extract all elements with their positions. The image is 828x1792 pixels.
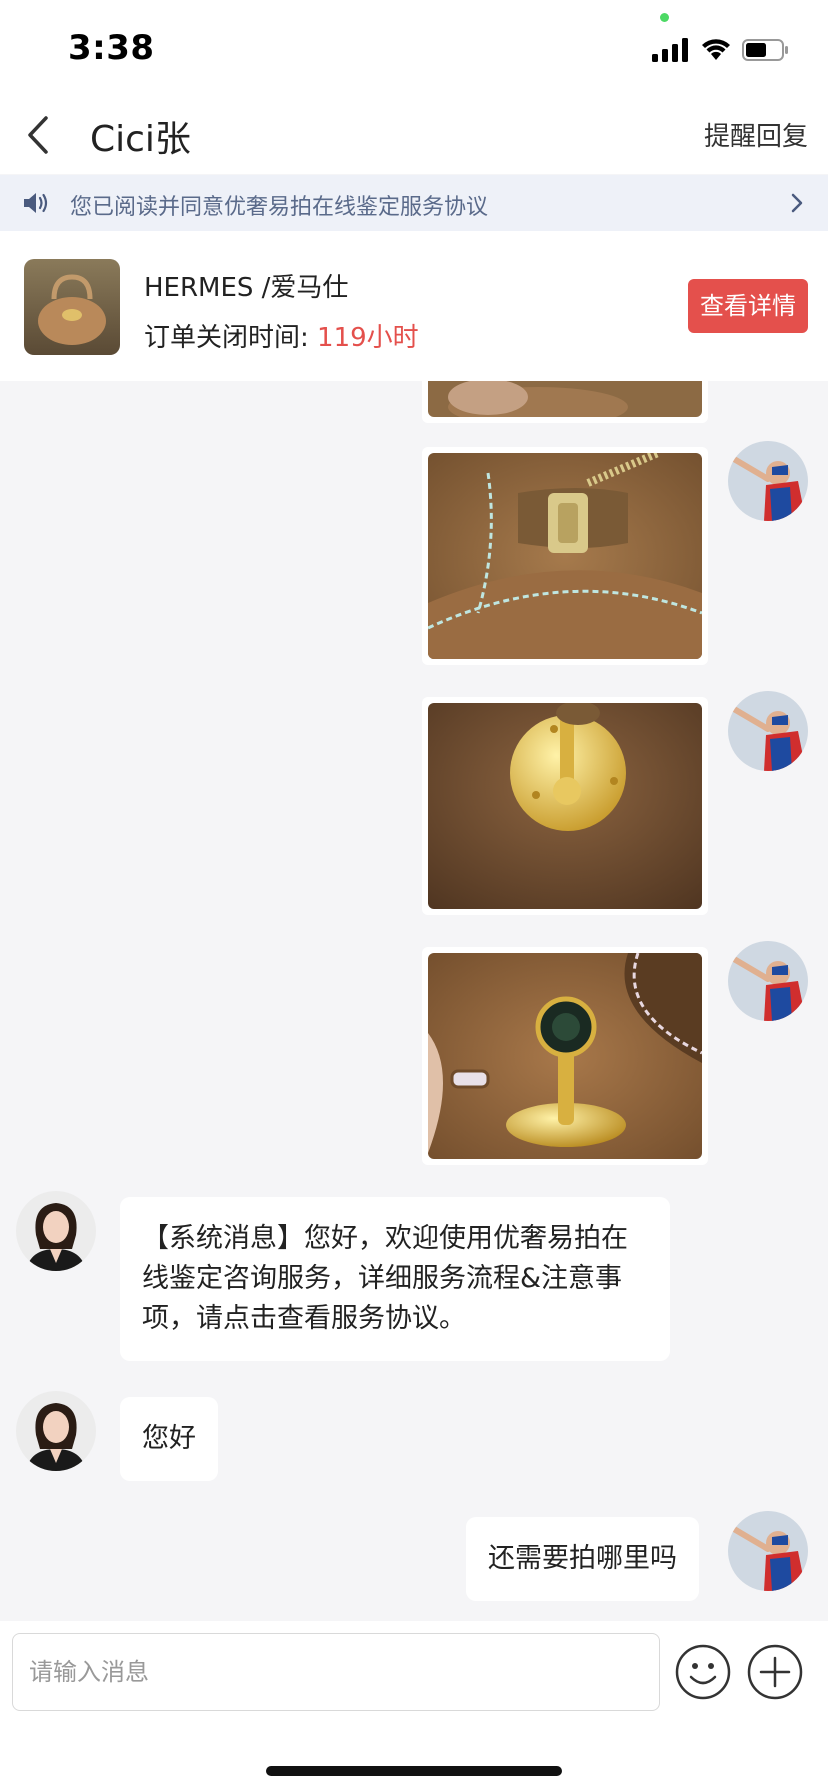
- photo-message[interactable]: [422, 697, 708, 915]
- message-bubble: 还需要拍哪里吗: [466, 1517, 699, 1601]
- product-thumbnail[interactable]: [24, 259, 120, 355]
- message-bubble: 【系统消息】您好，欢迎使用优奢易拍在线鉴定咨询服务，详细服务流程&注意事项，请点…: [120, 1197, 670, 1361]
- product-name: HERMES /爱马仕: [144, 273, 349, 303]
- speaker-icon: [24, 193, 48, 213]
- user-avatar[interactable]: [728, 441, 808, 521]
- message-input[interactable]: [12, 1633, 660, 1711]
- emoji-icon[interactable]: [674, 1643, 732, 1701]
- agreement-notice-bar[interactable]: 您已阅读并同意优奢易拍在线鉴定服务协议: [0, 175, 828, 231]
- chat-message-list[interactable]: 【系统消息】您好，欢迎使用优奢易拍在线鉴定咨询服务，详细服务流程&注意事项，请点…: [0, 381, 828, 1621]
- status-bar: 3:38: [0, 0, 828, 96]
- input-bar: [0, 1621, 828, 1792]
- back-arrow-icon[interactable]: [22, 114, 56, 156]
- order-close-time: 订单关闭时间: 119小时: [144, 317, 419, 354]
- agreement-notice-text: 您已阅读并同意优奢易拍在线鉴定服务协议: [70, 195, 489, 220]
- chat-contact-name: Cici张: [90, 119, 191, 160]
- bag-hermes-paris-stud-photo: [428, 953, 702, 1159]
- bag-clasp-plate-photo: [428, 703, 702, 909]
- photo-message[interactable]: [422, 947, 708, 1165]
- wifi-icon: [702, 39, 730, 60]
- status-time: 3:38: [68, 28, 155, 68]
- bag-zipper-photo: [428, 453, 702, 659]
- home-indicator[interactable]: [266, 1766, 562, 1776]
- nav-bar: Cici张 提醒回复: [0, 96, 828, 174]
- message-bubble: 您好: [120, 1397, 218, 1481]
- user-avatar[interactable]: [728, 941, 808, 1021]
- photo-message[interactable]: [422, 447, 708, 665]
- battery-icon: [742, 39, 788, 61]
- user-avatar[interactable]: [728, 691, 808, 771]
- view-details-button[interactable]: 查看详情: [688, 279, 808, 333]
- plus-icon[interactable]: [746, 1643, 804, 1701]
- remind-reply-button[interactable]: 提醒回复: [704, 116, 808, 153]
- chevron-right-icon: [791, 193, 803, 213]
- service-agent-avatar[interactable]: [16, 1391, 96, 1471]
- cellular-signal-icon: [652, 38, 688, 62]
- photo-message-partial[interactable]: [422, 381, 708, 423]
- order-close-time-value: 119小时: [317, 323, 419, 353]
- privacy-indicator-dot: [660, 13, 669, 22]
- order-card: HERMES /爱马仕 订单关闭时间: 119小时 查看详情: [0, 231, 828, 381]
- order-close-time-label: 订单关闭时间:: [144, 323, 318, 353]
- user-avatar[interactable]: [728, 1511, 808, 1591]
- service-agent-avatar[interactable]: [16, 1191, 96, 1271]
